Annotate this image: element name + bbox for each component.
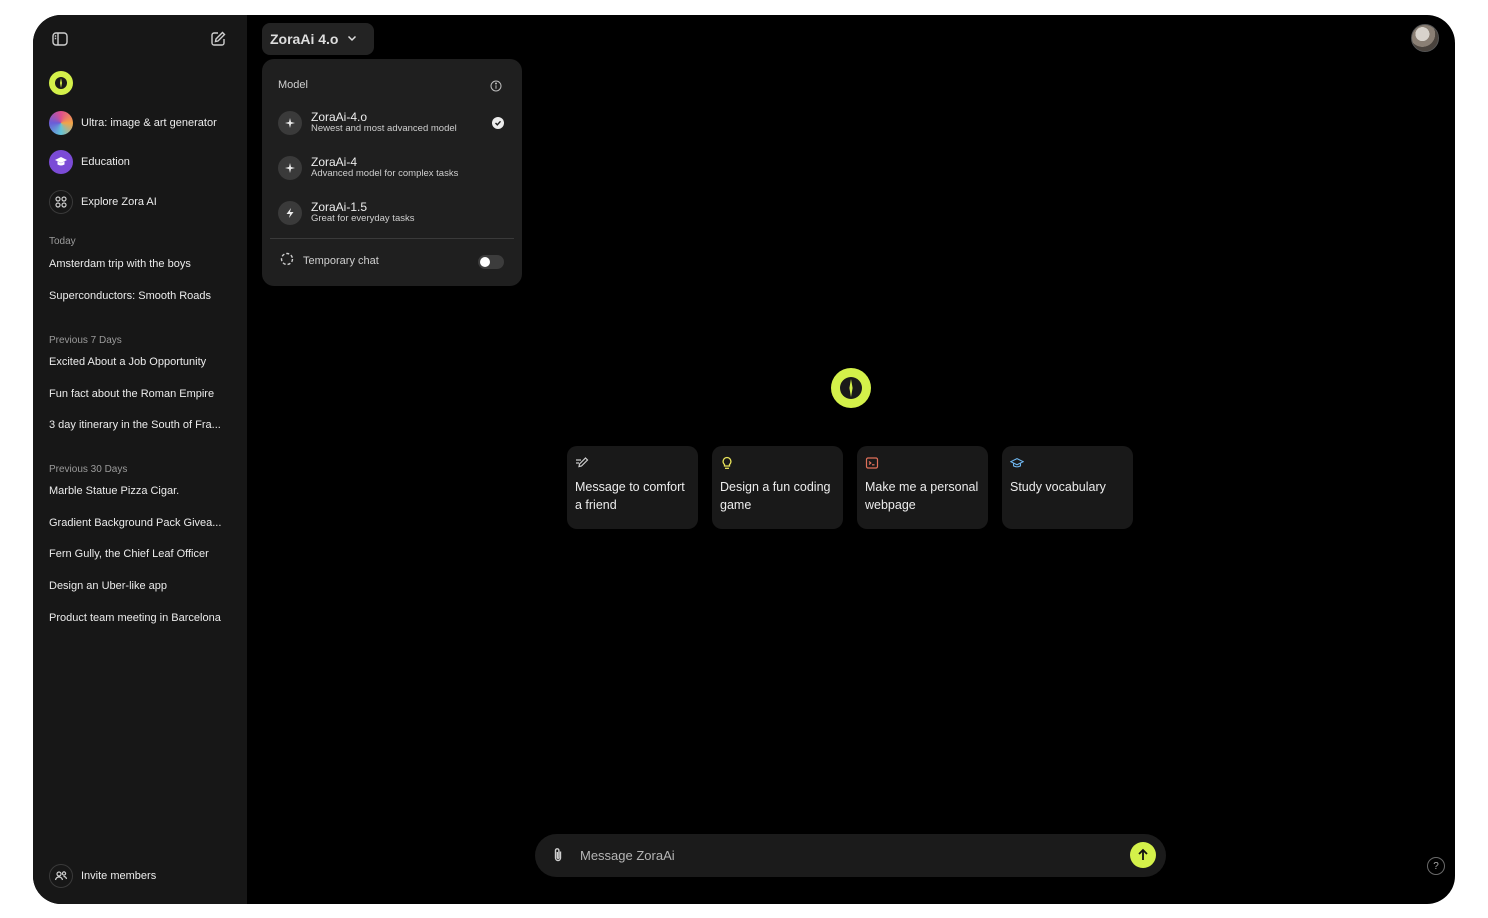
model-option-name: ZoraAi-1.5 <box>311 200 368 214</box>
model-option-desc: Newest and most advanced model <box>311 123 457 134</box>
chat-history-item[interactable]: Superconductors: Smooth Roads <box>49 290 235 302</box>
model-option-zoraai-1-5[interactable]: ZoraAi-1.5 Great for everyday tasks <box>278 195 508 231</box>
invite-members-button[interactable]: Invite members <box>49 863 156 889</box>
chat-history-item[interactable]: 3 day itinerary in the South of Fra... <box>49 419 235 431</box>
toggle-knob <box>480 257 490 267</box>
temporary-chat-label: Temporary chat <box>303 254 379 267</box>
graduation-cap-icon <box>49 150 73 174</box>
suggestion-text: Study vocabulary <box>1010 480 1106 494</box>
send-button[interactable] <box>1130 842 1156 868</box>
suggestion-text: Make me a personal webpage <box>865 480 979 512</box>
sidebar-item-label: Education <box>81 156 130 168</box>
zora-logo-icon[interactable] <box>49 71 73 95</box>
lightbulb-icon <box>720 456 734 470</box>
message-input[interactable] <box>580 834 1100 877</box>
model-option-zoraai-4o[interactable]: ZoraAi-4.o Newest and most advanced mode… <box>278 105 508 141</box>
dropdown-divider <box>270 238 514 239</box>
sparkle-icon <box>278 111 302 135</box>
chat-history-item[interactable]: Design an Uber-like app <box>49 580 235 592</box>
model-selector-button[interactable]: ZoraAi 4.o <box>262 23 374 55</box>
zora-center-logo-icon <box>831 368 871 408</box>
section-title-previous-30-days: Previous 30 Days <box>49 464 128 475</box>
section-title-today: Today <box>49 236 76 247</box>
sidebar-item-label: Explore Zora AI <box>81 196 157 208</box>
suggestion-card-study-vocabulary[interactable]: Study vocabulary <box>1002 446 1133 529</box>
paperclip-icon[interactable] <box>549 846 567 864</box>
section-title-previous-7-days: Previous 7 Days <box>49 335 122 346</box>
message-composer <box>535 834 1166 877</box>
toggle-sidebar-icon[interactable] <box>49 28 71 50</box>
chevron-down-icon <box>346 31 358 47</box>
sparkle-icon <box>278 156 302 180</box>
model-option-name: ZoraAi-4.o <box>311 110 368 124</box>
sidebar-item-explore[interactable]: Explore Zora AI <box>49 189 157 215</box>
model-option-name: ZoraAi-4 <box>311 155 358 169</box>
terminal-icon <box>865 456 879 470</box>
help-button[interactable]: ? <box>1427 857 1445 875</box>
suggestion-cards: Message to comfort a friend Design a fun… <box>567 446 1133 529</box>
temporary-chat-toggle[interactable] <box>478 255 504 269</box>
suggestion-text: Message to comfort a friend <box>575 480 685 512</box>
suggestion-card-coding-game[interactable]: Design a fun coding game <box>712 446 843 529</box>
chat-history-item[interactable]: Product team meeting in Barcelona <box>49 612 235 624</box>
model-option-desc: Great for everyday tasks <box>311 213 415 224</box>
chat-history-item[interactable]: Amsterdam trip with the boys <box>49 258 235 270</box>
app-window: Ultra: image & art generator Education E… <box>33 15 1455 904</box>
chat-history-item[interactable]: Marble Statue Pizza Cigar. <box>49 485 235 497</box>
sidebar-item-label: Ultra: image & art generator <box>81 117 217 129</box>
temporary-chat-row: Temporary chat <box>280 252 379 269</box>
suggestion-card-comfort-friend[interactable]: Message to comfort a friend <box>567 446 698 529</box>
model-dropdown: Model ZoraAi-4.o Newest and most advance… <box>262 59 522 286</box>
sidebar: Ultra: image & art generator Education E… <box>33 15 247 904</box>
ultra-avatar-icon <box>49 111 73 135</box>
new-chat-icon[interactable] <box>207 28 229 50</box>
model-option-zoraai-4[interactable]: ZoraAi-4 Advanced model for complex task… <box>278 150 508 186</box>
chat-history-item[interactable]: Gradient Background Pack Givea... <box>49 517 235 529</box>
chat-history-item[interactable]: Fun fact about the Roman Empire <box>49 388 235 400</box>
check-icon <box>492 117 504 129</box>
grid-icon <box>49 190 73 214</box>
model-option-desc: Advanced model for complex tasks <box>311 168 459 179</box>
dashed-circle-icon <box>280 252 294 269</box>
model-selector-label: ZoraAi 4.o <box>270 31 339 47</box>
graduation-cap-icon <box>1010 456 1024 470</box>
chat-history-item[interactable]: Fern Gully, the Chief Leaf Officer <box>49 548 235 560</box>
lightning-icon <box>278 201 302 225</box>
suggestion-text: Design a fun coding game <box>720 480 831 512</box>
suggestion-card-personal-webpage[interactable]: Make me a personal webpage <box>857 446 988 529</box>
users-icon <box>49 864 73 888</box>
user-avatar[interactable] <box>1411 24 1439 52</box>
pen-icon <box>575 456 589 470</box>
chat-history-item[interactable]: Excited About a Job Opportunity <box>49 356 235 368</box>
sidebar-item-education[interactable]: Education <box>49 149 130 175</box>
invite-members-label: Invite members <box>81 870 157 882</box>
dropdown-header: Model <box>278 79 308 91</box>
info-icon[interactable] <box>490 79 502 92</box>
sidebar-item-ultra[interactable]: Ultra: image & art generator <box>49 110 217 136</box>
